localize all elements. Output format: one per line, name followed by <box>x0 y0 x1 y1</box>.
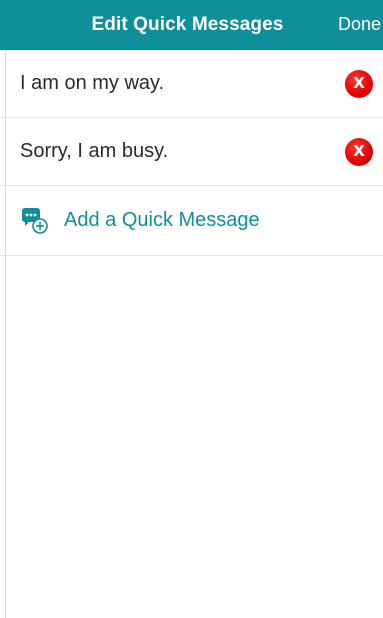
close-icon: X <box>353 74 365 92</box>
quick-message-item[interactable]: Sorry, I am busy. X <box>0 118 383 186</box>
quick-message-text: Sorry, I am busy. <box>20 140 169 162</box>
add-quick-message-button[interactable]: Add a Quick Message <box>0 186 383 256</box>
quick-message-list: I am on my way. X Sorry, I am busy. X Ad… <box>0 50 383 256</box>
edit-quick-messages-screen: Edit Quick Messages Done I am on my way.… <box>0 0 383 618</box>
chat-bubble-add-icon <box>22 207 48 234</box>
header-bar: Edit Quick Messages Done <box>0 0 383 50</box>
close-icon: X <box>353 142 365 160</box>
quick-message-text: I am on my way. <box>20 72 165 94</box>
quick-message-item[interactable]: I am on my way. X <box>0 50 383 118</box>
delete-message-button[interactable]: X <box>345 69 373 98</box>
done-button[interactable]: Done <box>338 14 381 35</box>
delete-message-button[interactable]: X <box>345 137 373 166</box>
page-title: Edit Quick Messages <box>91 14 284 35</box>
add-quick-message-label: Add a Quick Message <box>64 209 260 231</box>
